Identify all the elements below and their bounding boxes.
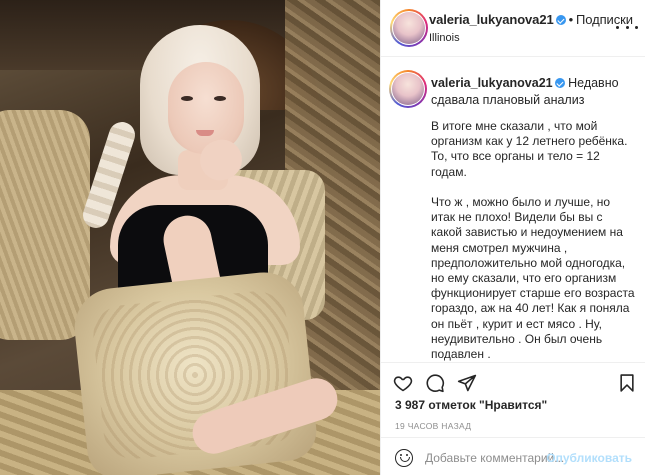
separator-dot: • <box>568 12 574 27</box>
photo-eye-left <box>181 96 193 101</box>
likes-count[interactable]: 3 987 отметок "Нравится" <box>395 398 547 412</box>
comment-icon[interactable] <box>425 373 445 393</box>
post-timestamp[interactable]: 19 ЧАСОВ НАЗАД <box>395 421 471 431</box>
heart-icon[interactable] <box>393 373 413 393</box>
photo-face <box>168 62 244 154</box>
post-side-panel: valeria_lukyanova21 • Подписки Illinois va… <box>380 0 645 475</box>
publish-button[interactable]: Опубликовать <box>546 451 632 465</box>
caption-username-link[interactable]: valeria_lukyanova21 <box>431 76 553 90</box>
photo-eye-right <box>214 96 226 101</box>
emoji-icon[interactable] <box>395 449 413 467</box>
photo-cushion-left <box>0 110 90 340</box>
avatar[interactable] <box>393 12 425 44</box>
verified-badge-icon <box>555 15 566 25</box>
caption-avatar[interactable] <box>392 73 424 105</box>
bookmark-icon[interactable] <box>617 373 637 393</box>
caption-verified-badge-icon <box>554 78 565 88</box>
caption-section: valeria_lukyanova21 Недавно сдавала план… <box>381 57 645 362</box>
caption-header: valeria_lukyanova21 Недавно сдавала план… <box>431 75 636 109</box>
post-author: valeria_lukyanova21 • Подписки <box>429 12 633 27</box>
post-photo[interactable] <box>0 0 380 475</box>
location-link[interactable]: Illinois <box>429 32 460 44</box>
caption-text: В итоге мне сказали , что мой организм к… <box>431 119 635 362</box>
username-link[interactable]: valeria_lukyanova21 <box>429 12 554 27</box>
action-bar <box>381 362 645 394</box>
paper-plane-icon[interactable] <box>457 373 477 393</box>
post-header: valeria_lukyanova21 • Подписки Illinois <box>381 0 645 57</box>
comment-bar: Опубликовать <box>381 437 645 475</box>
more-options-icon[interactable] <box>616 20 638 34</box>
